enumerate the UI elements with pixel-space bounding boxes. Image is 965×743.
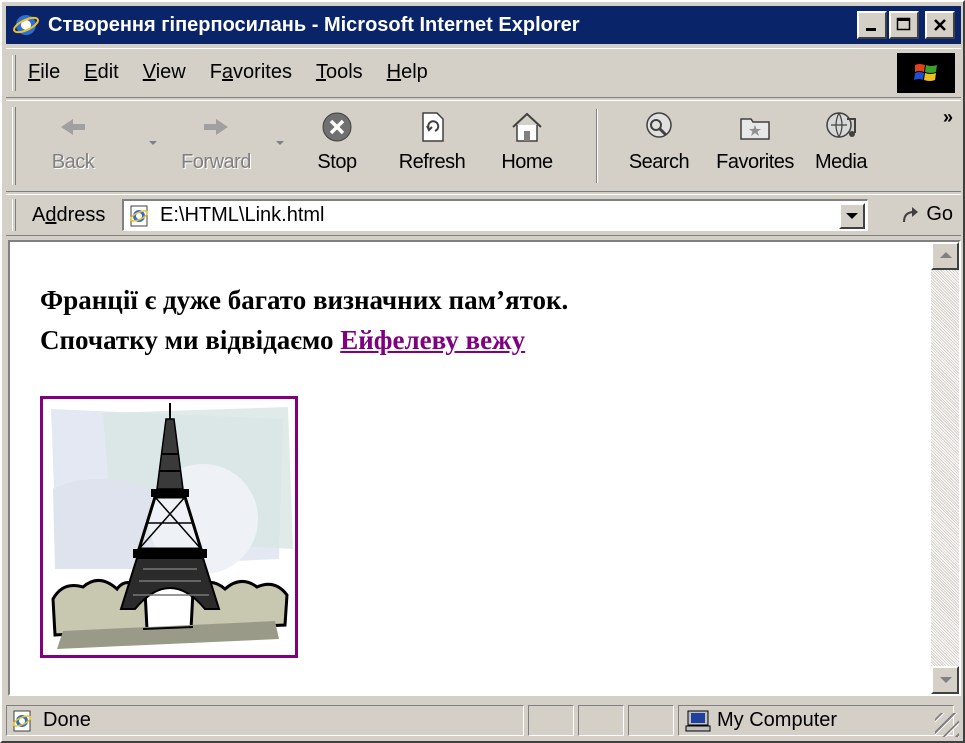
scroll-down-button[interactable] [931,666,959,694]
back-dropdown[interactable] [149,141,157,145]
minimize-icon [866,28,876,31]
paragraph-line-1: Франції є дуже багато визначних пам’яток… [40,285,569,315]
page-icon [129,205,149,226]
address-value: E:\HTML\Link.html [160,204,325,226]
refresh-icon [422,112,444,142]
menu-bar: File Edit View Favorites Tools Help [6,48,961,98]
search-button[interactable]: Search [614,107,704,187]
eiffel-tower-image-link[interactable] [40,396,298,658]
toolbar-chevron[interactable]: » [943,107,953,128]
stop-button[interactable]: Stop [292,107,382,187]
page-content: Франції є дуже багато визначних пам’яток… [10,242,935,694]
media-icon [826,112,856,138]
paragraph-line-2: Спочатку ми відвідаємо [40,325,341,355]
menu-view[interactable]: View [143,61,186,84]
status-bar: Done My Computer [6,702,961,739]
media-button[interactable]: Media [796,107,886,187]
minimize-button[interactable] [857,11,887,39]
menu-edit[interactable]: Edit [84,61,118,84]
home-button[interactable]: Home [482,107,572,187]
eiffel-tower-link[interactable]: Ейфелеву вежу [340,325,525,355]
refresh-button[interactable]: Refresh [387,107,477,187]
ie-icon [13,15,39,35]
toolbar-grip[interactable] [12,107,16,185]
status-panel-1 [528,705,574,736]
menu-file[interactable]: File [28,61,60,84]
eiffel-tower-image [51,403,293,649]
status-text: Done [43,709,91,731]
ie-page-icon [12,710,32,731]
page-paragraph: Франції є дуже багато визначних пам’яток… [40,280,920,360]
menu-tools[interactable]: Tools [316,61,363,84]
favorites-button[interactable]: Favorites [710,107,800,187]
close-icon [934,19,946,31]
go-label: Go [926,203,953,225]
stop-icon [322,112,352,142]
address-bar: Address E:\HTML\Link.html Go [6,194,961,236]
status-text-cell: Done [6,705,524,736]
my-computer-icon [685,710,711,731]
search-icon [646,112,672,138]
home-icon [512,112,542,142]
vertical-scrollbar[interactable] [931,242,959,694]
maximize-icon [896,17,911,31]
menu-help[interactable]: Help [387,61,428,84]
status-panel-2 [578,705,624,736]
scroll-up-button[interactable] [931,242,959,270]
close-button[interactable] [925,11,955,39]
back-arrow-icon [61,119,85,135]
favorites-folder-icon [740,118,770,140]
address-input[interactable]: E:\HTML\Link.html [122,199,868,231]
address-grip[interactable] [12,199,16,231]
window-title: Створення гіперпосилань - Microsoft Inte… [48,13,580,36]
forward-dropdown[interactable] [276,141,284,145]
resize-grip[interactable] [935,713,959,737]
address-dropdown-button[interactable] [839,203,865,229]
title-bar[interactable]: Створення гіперпосилань - Microsoft Inte… [6,6,961,44]
windows-logo-icon [897,53,955,93]
go-arrow-icon [903,206,919,222]
status-zone-cell: My Computer [678,705,954,736]
menu-grip[interactable] [12,55,16,91]
page-viewport: Франції є дуже багато визначних пам’яток… [8,240,961,696]
maximize-button[interactable] [889,11,919,39]
go-button[interactable]: Go [900,203,953,226]
menu-favorites[interactable]: Favorites [210,61,292,84]
toolbar-separator [596,109,598,183]
status-zone: My Computer [717,709,838,731]
forward-button[interactable]: Forward [171,107,261,187]
address-label: Address [32,204,106,226]
standard-toolbar: Back Forward Stop Refresh Home Search Fa [6,100,961,192]
forward-arrow-icon [204,119,228,135]
browser-window: Створення гіперпосилань - Microsoft Inte… [0,0,965,743]
back-button[interactable]: Back [28,107,118,187]
status-panel-3 [628,705,674,736]
